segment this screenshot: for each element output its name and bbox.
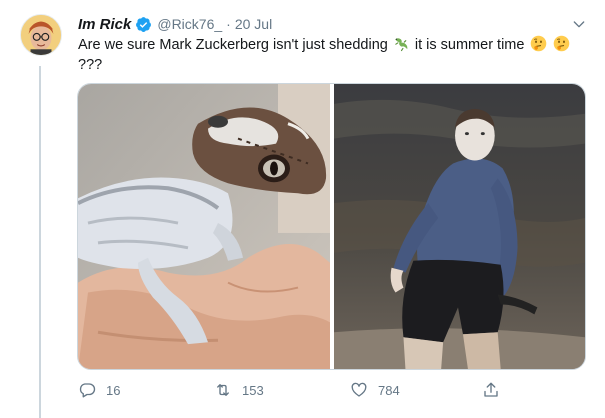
separator-dot: · [226,16,231,32]
chevron-down-icon[interactable] [571,16,587,32]
surfer-photo-image [334,84,585,369]
tweet-text-part1: Are we sure Mark Zuckerberg isn't just s… [78,37,388,53]
reply-icon [79,383,96,398]
like-button[interactable]: 784 [350,378,400,402]
share-icon [484,382,498,397]
media-photo-gecko[interactable] [78,84,330,369]
tweet-text-part2: it is summer time [414,37,525,53]
media-photo-surfer[interactable] [334,84,585,369]
retweet-button[interactable]: 153 [214,378,264,402]
avatar-image [21,15,61,55]
user-handle[interactable]: @Rick76_ [157,16,222,32]
verified-badge-icon [136,16,152,32]
tweet-text: Are we sure Mark Zuckerberg isn't just s… [78,35,588,75]
tweet-text-line2: ??? [78,57,103,73]
thinking-face-emoji-icon [553,35,569,52]
tweet-actions: 16 153 784 [78,378,508,402]
reply-count: 16 [106,382,121,398]
avatar[interactable] [20,14,62,56]
display-name[interactable]: Im Rick [78,16,131,33]
retweet-icon [217,384,229,396]
gecko-photo-image [78,84,330,369]
tweet-date[interactable]: 20 Jul [235,16,272,32]
heart-icon [351,382,367,397]
tweet-media[interactable] [77,83,586,370]
like-count: 784 [378,382,400,398]
share-button[interactable] [482,378,500,402]
tweet-header: Im Rick @Rick76_ · 20 Jul [78,14,272,34]
tweet-card[interactable]: Im Rick @Rick76_ · 20 Jul Are we sure Ma… [0,0,605,418]
lizard-emoji-icon [394,38,408,52]
retweet-count: 153 [242,382,264,398]
thread-line [39,66,41,418]
reply-button[interactable]: 16 [78,378,120,402]
thinking-face-emoji-icon [530,35,546,52]
